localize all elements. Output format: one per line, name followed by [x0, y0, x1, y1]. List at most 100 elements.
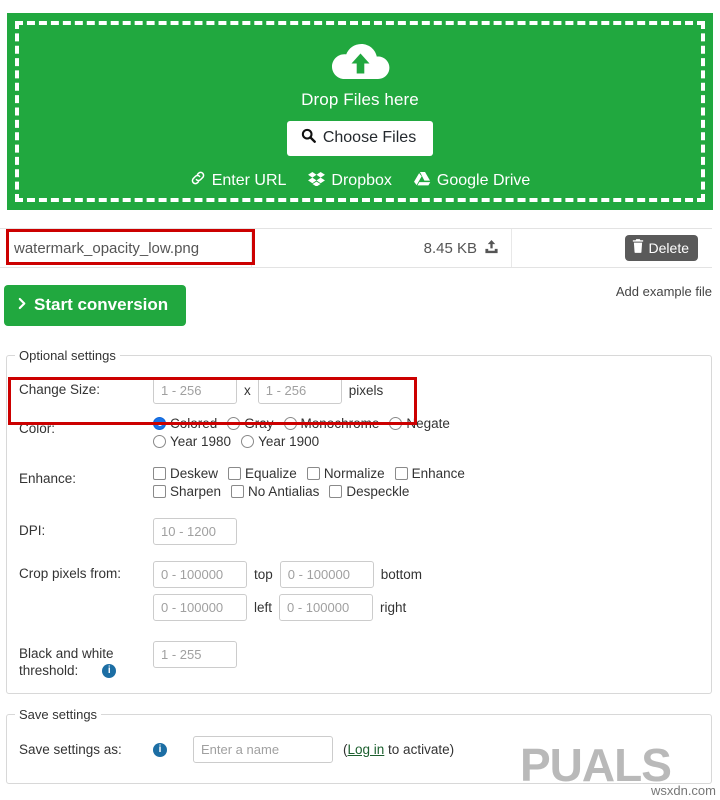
add-example-file-link[interactable]: Add example file — [616, 284, 712, 299]
enhance-option-sharpen-label: Sharpen — [170, 484, 222, 499]
dropbox-button[interactable]: Dropbox — [308, 171, 392, 191]
change-size-label: Change Size: — [19, 382, 101, 397]
enhance-option-equalize[interactable]: Equalize — [228, 466, 297, 481]
enhance-options: Deskew Equalize Normalize Enhance Sharpe… — [153, 466, 711, 502]
enhance-label: Enhance: — [19, 471, 77, 486]
start-conversion-button[interactable]: Start conversion — [4, 285, 187, 326]
enhance-option-enhance-label: Enhance — [411, 466, 465, 481]
enhance-option-no-antialias-label: No Antialias — [248, 484, 320, 499]
enhance-options-line-2: Sharpen No Antialias Despeckle — [153, 484, 711, 499]
threshold-label-line-2: threshold: — [19, 663, 79, 678]
google-drive-button[interactable]: Google Drive — [413, 171, 530, 191]
checkbox-sharpen-icon[interactable] — [153, 485, 166, 498]
save-settings-hint: (Log in to activate) — [343, 742, 454, 757]
save-settings-row: Save settings as: i (Log in to activate) — [7, 736, 711, 763]
color-option-year-1900[interactable]: Year 1900 — [241, 434, 319, 449]
hint-rest: to activate) — [384, 742, 455, 757]
checkbox-no-antialias-icon[interactable] — [231, 485, 245, 498]
threshold-label: Black and white threshold: i — [19, 641, 153, 679]
change-size-separator: x — [244, 383, 251, 398]
dropzone-inner: Drop Files here Choose Files Enter URL D… — [15, 21, 705, 202]
choose-files-button[interactable]: Choose Files — [286, 121, 434, 156]
choose-files-label: Choose Files — [322, 129, 417, 146]
color-option-colored-label: Colored — [170, 416, 218, 431]
log-in-link[interactable]: Log in — [348, 742, 385, 757]
crop-label: Crop pixels from: — [19, 566, 122, 581]
save-settings-field: i (Log in to activate) — [153, 736, 711, 763]
enhance-option-normalize-label: Normalize — [323, 466, 385, 481]
color-option-gray[interactable]: Gray — [227, 416, 274, 431]
save-settings-info-icon[interactable]: i — [153, 742, 167, 757]
save-settings-label: Save settings as: — [19, 742, 122, 757]
dpi-label: DPI: — [19, 523, 46, 538]
change-size-width-input[interactable] — [153, 377, 237, 404]
color-option-gray-label: Gray — [244, 416, 274, 431]
threshold-row: Black and white threshold: i — [7, 641, 711, 679]
crop-left-input[interactable] — [153, 594, 247, 621]
color-option-negate[interactable]: Negate — [389, 416, 450, 431]
threshold-label-line-1: Black and white — [19, 646, 114, 661]
color-option-colored[interactable]: Colored — [153, 416, 217, 431]
enter-url-label: Enter URL — [211, 171, 287, 189]
upload-icon — [484, 239, 499, 258]
google-drive-icon — [413, 171, 431, 191]
color-options: Colored Gray Monochrome Negate Year 1980… — [153, 416, 711, 452]
change-size-unit: pixels — [348, 383, 384, 398]
dpi-input[interactable] — [153, 518, 237, 545]
crop-fields: top bottom left right — [153, 561, 711, 627]
enter-url-button[interactable]: Enter URL — [190, 170, 287, 191]
dropbox-label: Dropbox — [331, 171, 392, 189]
search-icon — [301, 128, 316, 148]
change-size-height-input[interactable] — [257, 377, 342, 404]
crop-top-input[interactable] — [153, 561, 247, 588]
checkbox-despeckle-icon[interactable] — [329, 485, 343, 498]
threshold-info-icon[interactable]: i — [102, 663, 117, 678]
color-option-monochrome[interactable]: Monochrome — [283, 416, 379, 431]
enhance-options-line-1: Deskew Equalize Normalize Enhance — [153, 466, 711, 481]
checkbox-deskew-icon[interactable] — [153, 467, 166, 480]
enhance-option-deskew-label: Deskew — [170, 466, 219, 481]
enhance-option-normalize[interactable]: Normalize — [306, 466, 385, 481]
color-option-year-1980[interactable]: Year 1980 — [153, 434, 231, 449]
change-size-fields: x pixels — [153, 377, 711, 404]
cloud-upload-icon — [328, 38, 392, 84]
crop-row: Crop pixels from: top bottom left right — [7, 561, 711, 627]
file-name-text: watermark_opacity_low.png — [14, 239, 200, 257]
radio-gray-icon[interactable] — [227, 417, 241, 430]
enhance-option-enhance[interactable]: Enhance — [394, 466, 465, 481]
file-delete-cell: Delete — [512, 229, 712, 267]
delete-file-button[interactable]: Delete — [624, 235, 698, 261]
checkbox-normalize-icon[interactable] — [306, 467, 320, 480]
file-dropzone[interactable]: Drop Files here Choose Files Enter URL D… — [7, 13, 713, 210]
radio-year-1900-icon[interactable] — [241, 435, 255, 448]
threshold-input[interactable] — [153, 641, 237, 668]
radio-monochrome-icon[interactable] — [283, 417, 297, 430]
enhance-option-no-antialias[interactable]: No Antialias — [231, 484, 319, 499]
color-option-year-1900-label: Year 1900 — [258, 434, 320, 449]
file-name-cell[interactable]: watermark_opacity_low.png — [0, 229, 252, 267]
enhance-option-despeckle-label: Despeckle — [346, 484, 410, 499]
save-settings-panel: Save settings Save settings as: i (Log i… — [6, 707, 712, 784]
radio-colored-icon[interactable] — [153, 417, 166, 430]
enhance-option-equalize-label: Equalize — [245, 466, 297, 481]
crop-bottom-input[interactable] — [279, 561, 374, 588]
trash-icon — [632, 239, 644, 256]
color-option-year-1980-label: Year 1980 — [170, 434, 232, 449]
link-icon — [190, 170, 206, 191]
uploaded-file-row: watermark_opacity_low.png 8.45 KB Delete — [0, 228, 712, 268]
color-options-line-2: Year 1980 Year 1900 — [153, 434, 711, 449]
color-options-line-1: Colored Gray Monochrome Negate — [153, 416, 711, 431]
radio-negate-icon[interactable] — [389, 417, 403, 430]
checkbox-enhance-icon[interactable] — [394, 467, 408, 480]
crop-top-unit: top — [254, 567, 273, 582]
enhance-option-sharpen[interactable]: Sharpen — [153, 484, 221, 499]
save-settings-name-input[interactable] — [193, 736, 333, 763]
enhance-option-deskew[interactable]: Deskew — [153, 466, 218, 481]
delete-label: Delete — [648, 239, 689, 256]
crop-bottom-unit: bottom — [380, 567, 423, 582]
checkbox-equalize-icon[interactable] — [228, 467, 242, 480]
enhance-option-despeckle[interactable]: Despeckle — [329, 484, 409, 499]
color-label: Color: — [19, 421, 56, 436]
crop-right-input[interactable] — [279, 594, 374, 621]
radio-year-1980-icon[interactable] — [153, 435, 166, 448]
